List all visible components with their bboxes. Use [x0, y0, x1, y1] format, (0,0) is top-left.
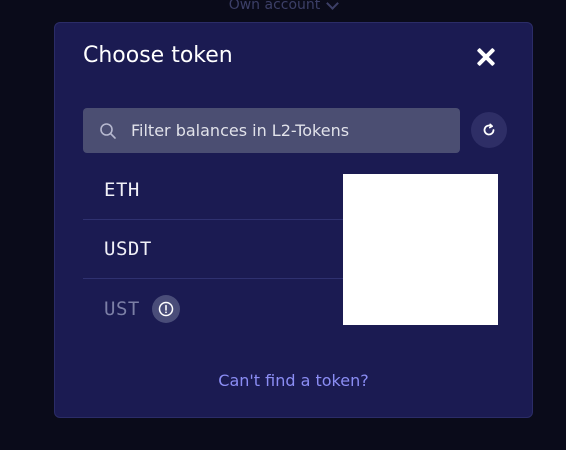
- background-header: Own account: [0, 0, 566, 20]
- warning-icon[interactable]: [151, 294, 180, 323]
- choose-token-modal: Choose token ETH USDT UST: [54, 22, 533, 418]
- close-icon[interactable]: [475, 46, 497, 68]
- token-symbol: ETH: [104, 179, 140, 201]
- account-selector[interactable]: Own account: [228, 0, 340, 13]
- refresh-button[interactable]: [471, 112, 507, 148]
- refresh-icon: [483, 123, 495, 136]
- cant-find-token-link[interactable]: Can't find a token?: [55, 371, 532, 390]
- token-balance-overlay: [343, 174, 498, 325]
- search-icon: [100, 122, 116, 139]
- token-symbol: UST: [104, 297, 140, 320]
- search-box: [83, 108, 460, 153]
- modal-title: Choose token: [83, 43, 233, 68]
- account-label: Own account: [228, 0, 321, 13]
- chevron-down-icon: [326, 0, 340, 10]
- search-input[interactable]: [129, 120, 460, 141]
- token-symbol: USDT: [104, 238, 152, 260]
